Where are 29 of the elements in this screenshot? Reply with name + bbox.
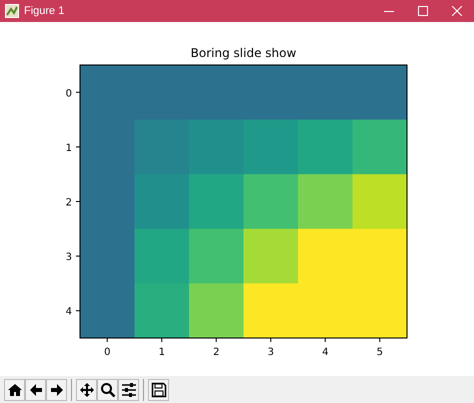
app-icon [5, 4, 19, 18]
plot-title: Boring slide show [190, 46, 296, 60]
x-tick-label: 4 [322, 347, 328, 358]
x-tick-label: 1 [158, 347, 165, 358]
x-tick-label: 3 [268, 347, 274, 358]
sliders-icon [120, 382, 136, 398]
home-button[interactable] [4, 378, 25, 400]
floppy-disk-button[interactable] [148, 378, 169, 400]
right-arrow-button[interactable] [46, 378, 67, 400]
y-tick-label: 4 [66, 306, 72, 318]
left-arrow-button[interactable] [25, 378, 46, 400]
search-button[interactable] [97, 378, 118, 400]
y-tick-label: 3 [66, 252, 72, 264]
right-arrow-icon [48, 382, 64, 398]
search-icon [100, 382, 116, 398]
sliders-button[interactable] [118, 378, 139, 400]
left-arrow-icon [28, 382, 44, 398]
y-tick-label: 2 [66, 198, 72, 208]
y-tick-label: 0 [66, 88, 72, 100]
move-icon [78, 382, 94, 398]
home-icon [6, 382, 22, 398]
x-tick-label: 0 [104, 347, 110, 358]
x-tick-label: 5 [376, 347, 383, 358]
move-button[interactable] [76, 378, 97, 400]
window-title: Figure 1 [24, 4, 64, 19]
maximize-icon [418, 6, 428, 16]
y-tick-label: 1 [66, 142, 72, 154]
x-tick-label: 2 [213, 347, 220, 358]
close-icon [452, 6, 462, 16]
